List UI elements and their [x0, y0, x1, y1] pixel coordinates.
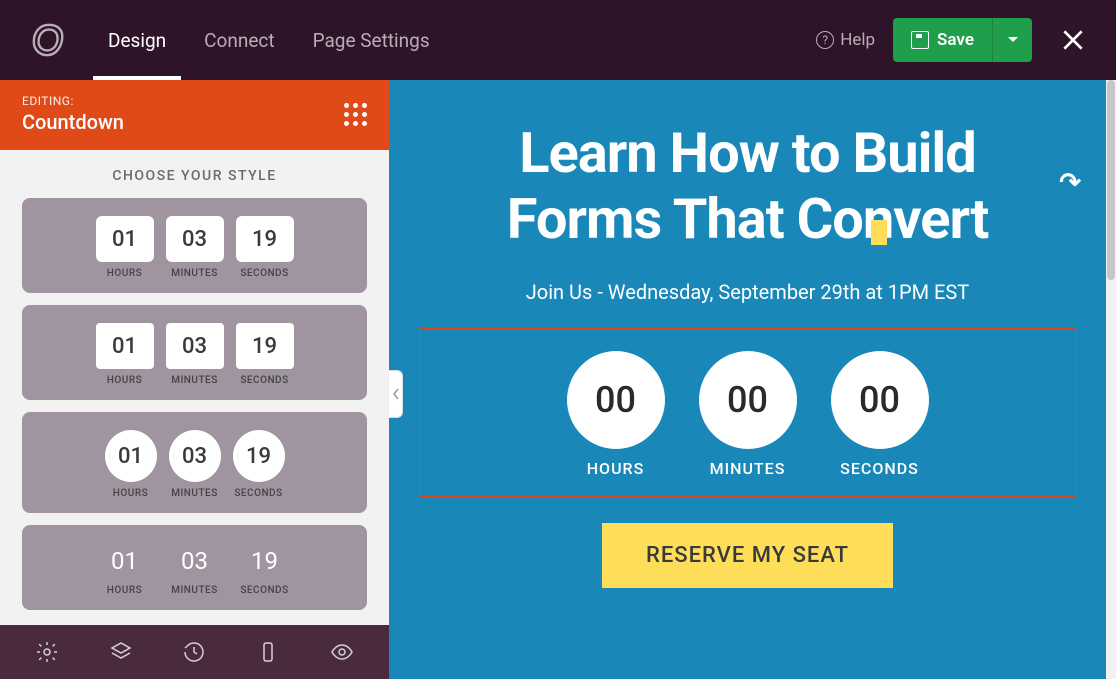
tab-page-settings[interactable]: Page Settings [313, 0, 430, 80]
style-option-square[interactable]: 01HOURS 03MINUTES 19SECONDS [22, 305, 367, 400]
editing-label: EDITING: [22, 94, 124, 108]
headline-line-2: Forms That Convert [507, 186, 989, 252]
sidebar-bottom-toolbar [0, 625, 389, 679]
app-logo [30, 21, 68, 59]
preview-icon[interactable] [330, 640, 354, 664]
tab-design[interactable]: Design [108, 0, 166, 80]
cta-button[interactable]: RESERVE MY SEAT [602, 523, 893, 588]
save-dropdown-button[interactable] [992, 18, 1032, 62]
canvas-page[interactable]: Learn How to Build Forms That Convert ↷ … [389, 80, 1106, 679]
sidebar-header: EDITING: Countdown [0, 80, 389, 150]
save-button[interactable]: Save [893, 18, 992, 62]
element-name: Countdown [22, 110, 124, 134]
text-caret [871, 220, 887, 245]
save-label: Save [937, 30, 974, 50]
style-chooser: CHOOSE YOUR STYLE 01HOURS 03MINUTES 19SE… [0, 150, 389, 625]
chevron-down-icon [1007, 36, 1019, 44]
style-option-rounded[interactable]: 01HOURS 03MINUTES 19SECONDS [22, 198, 367, 293]
cursor-decoration-icon: ↷ [1059, 168, 1080, 199]
help-icon: ? [816, 31, 834, 49]
layers-icon[interactable] [109, 640, 133, 664]
chevron-left-icon [392, 388, 400, 400]
sidebar: EDITING: Countdown CHOOSE YOUR STYLE 01H… [0, 80, 389, 679]
canvas[interactable]: Learn How to Build Forms That Convert ↷ … [389, 80, 1116, 679]
settings-icon[interactable] [35, 640, 59, 664]
top-tabs: Design Connect Page Settings [108, 0, 430, 80]
help-label: Help [840, 30, 875, 50]
styles-title: CHOOSE YOUR STYLE [0, 150, 389, 198]
style-option-circle[interactable]: 01HOURS 03MINUTES 19SECONDS [22, 412, 367, 513]
close-icon [1060, 27, 1086, 53]
headline[interactable]: Learn How to Build Forms That Convert ↷ [419, 120, 1076, 252]
device-icon[interactable] [256, 640, 280, 664]
style-option-none[interactable]: 01HOURS 03MINUTES 19SECONDS [22, 525, 367, 610]
help-link[interactable]: ? Help [816, 30, 875, 50]
countdown-element-selected[interactable]: 00HOURS 00MINUTES 00SECONDS [419, 328, 1076, 497]
history-icon[interactable] [182, 640, 206, 664]
drag-handle-icon[interactable] [344, 103, 367, 126]
close-button[interactable] [1060, 27, 1086, 53]
canvas-scrollbar-thumb[interactable] [1107, 80, 1115, 280]
headline-line-1: Learn How to Build [519, 120, 976, 186]
main: EDITING: Countdown CHOOSE YOUR STYLE 01H… [0, 80, 1116, 679]
save-group: Save [893, 18, 1032, 62]
topbar-right: ? Help Save [816, 18, 1086, 62]
topbar: Design Connect Page Settings ? Help Save [0, 0, 1116, 80]
subheadline[interactable]: Join Us - Wednesday, September 29th at 1… [419, 280, 1076, 304]
save-icon [911, 31, 929, 49]
sidebar-collapse-handle[interactable] [389, 370, 403, 418]
canvas-scrollbar[interactable] [1106, 80, 1116, 679]
tab-connect[interactable]: Connect [204, 0, 274, 80]
